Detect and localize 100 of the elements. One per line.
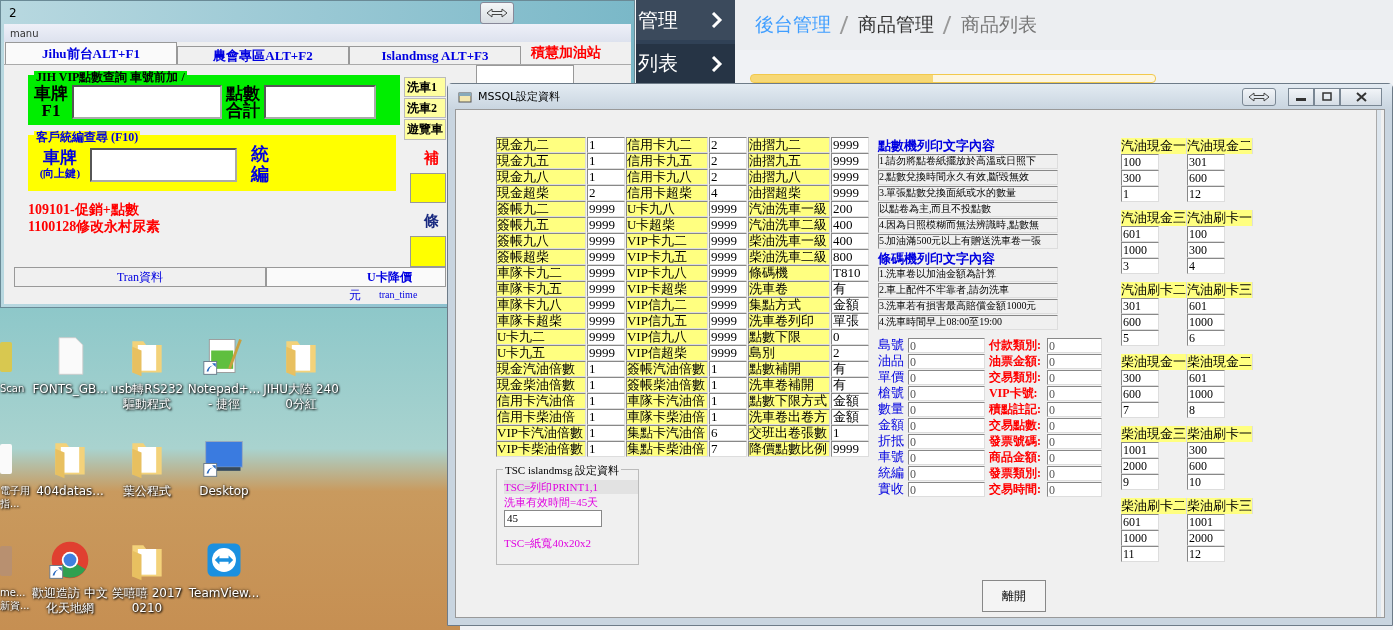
setting-field[interactable]: 9999 (586, 313, 625, 329)
tier-field[interactable]: 1000 (1120, 530, 1159, 546)
setting-field[interactable]: 1 (708, 377, 747, 393)
setting-field[interactable]: 金額 (830, 393, 869, 409)
setting-field[interactable]: 200 (830, 201, 869, 217)
print-text-field[interactable]: 3.洗車若有損害最高賠償金額1000元 (877, 299, 1058, 314)
input-field[interactable]: 0 (907, 401, 985, 417)
setting-field[interactable]: 9999 (708, 233, 747, 249)
setting-field[interactable]: 9999 (708, 297, 747, 313)
input-field[interactable]: 0 (1046, 481, 1102, 497)
setting-field[interactable]: 9999 (586, 249, 625, 265)
tier-field[interactable]: 8 (1186, 402, 1225, 418)
setting-field[interactable]: 有 (830, 281, 869, 297)
setting-field[interactable]: 9999 (708, 329, 747, 345)
setting-field[interactable]: 9999 (586, 201, 625, 217)
setting-field[interactable]: 9999 (708, 281, 747, 297)
setting-field[interactable]: 9999 (708, 217, 747, 233)
print-text-field[interactable]: 2.車上配件不牢靠者,請勿洗車 (877, 283, 1058, 298)
tier-field[interactable]: 600 (1186, 458, 1225, 474)
setting-field[interactable]: 1 (830, 425, 869, 441)
setting-field[interactable]: 2 (708, 137, 747, 153)
tab[interactable]: Tran資料 (14, 267, 266, 287)
print-text-field[interactable]: 1.洗車卷以加油金額為計算 (877, 267, 1058, 282)
setting-field[interactable]: 9999 (830, 153, 869, 169)
setting-field[interactable]: 單張 (830, 313, 869, 329)
tier-field[interactable]: 12 (1186, 186, 1225, 202)
setting-field[interactable]: 400 (830, 217, 869, 233)
input-field[interactable]: 0 (907, 353, 985, 369)
tier-field[interactable]: 10 (1186, 474, 1225, 490)
input-field[interactable]: 0 (1046, 417, 1102, 433)
setting-field[interactable]: 9999 (830, 185, 869, 201)
tab[interactable]: 農會專區ALT+F2 (177, 46, 349, 64)
setting-field[interactable]: 9999 (708, 201, 747, 217)
tab[interactable]: Islandmsg ALT+F3 (349, 46, 521, 64)
tier-field[interactable]: 300 (1186, 242, 1225, 258)
tier-field[interactable]: 601 (1186, 370, 1225, 386)
setting-field[interactable]: 2 (708, 169, 747, 185)
setting-field[interactable]: 9999 (708, 345, 747, 361)
setting-field[interactable]: 金額 (830, 297, 869, 313)
setting-field[interactable]: 1 (708, 361, 747, 377)
tier-field[interactable]: 600 (1186, 170, 1225, 186)
close-button[interactable] (1340, 87, 1382, 106)
input-field[interactable]: 0 (907, 465, 985, 481)
tier-field[interactable]: 1001 (1186, 514, 1225, 530)
input-field[interactable]: 0 (907, 417, 985, 433)
setting-field[interactable]: 1 (708, 393, 747, 409)
setting-field[interactable]: 有 (830, 377, 869, 393)
print-text-field[interactable]: 4.洗車時間早上08:00至19:00 (877, 315, 1058, 330)
tier-field[interactable]: 9 (1120, 474, 1159, 490)
setting-field[interactable]: 4 (708, 185, 747, 201)
input-field[interactable]: 0 (1046, 385, 1102, 401)
input-field[interactable]: 0 (907, 433, 985, 449)
setting-field[interactable]: 1 (708, 409, 747, 425)
sidebar-item[interactable]: 列表 (636, 44, 735, 83)
print-text-field[interactable]: 3.單張點數兌換面紙或水的數量 (877, 186, 1058, 201)
close-button[interactable]: 離開 (981, 580, 1046, 612)
input-field[interactable]: 0 (1046, 465, 1102, 481)
tier-field[interactable]: 5 (1120, 330, 1159, 346)
setting-field[interactable]: 9999 (586, 297, 625, 313)
setting-field[interactable]: 9999 (830, 137, 869, 153)
tier-field[interactable]: 1000 (1120, 242, 1159, 258)
tier-field[interactable]: 601 (1120, 514, 1159, 530)
setting-field[interactable]: 1 (586, 169, 625, 185)
print-text-field[interactable]: 1.請勿將點卷紙擺放於高溫或日照下 (877, 154, 1058, 169)
menu-item[interactable]: manu (10, 27, 39, 39)
tier-field[interactable]: 600 (1120, 314, 1159, 330)
setting-field[interactable]: 9999 (708, 313, 747, 329)
setting-field[interactable]: 9999 (586, 265, 625, 281)
setting-field[interactable]: 2 (708, 153, 747, 169)
input-field[interactable]: 0 (907, 385, 985, 401)
tier-field[interactable]: 6 (1186, 330, 1225, 346)
points-input-field[interactable] (264, 85, 376, 119)
tier-field[interactable]: 1000 (1186, 386, 1225, 402)
maximize-button[interactable] (1314, 87, 1340, 106)
minimize-button[interactable] (1288, 87, 1314, 106)
setting-field[interactable]: 金額 (830, 409, 869, 425)
setting-field[interactable]: 400 (830, 233, 869, 249)
tab[interactable]: Jihu前台ALT+F1 (5, 42, 177, 64)
wash-button[interactable]: 洗車2 (404, 98, 446, 119)
setting-field[interactable]: 1 (586, 441, 625, 457)
tier-field[interactable]: 100 (1120, 154, 1159, 170)
sidebar-item[interactable]: 管理 (636, 0, 735, 40)
print-text-field[interactable]: 4.因為日照模糊而無法辨識時,點數無 (877, 218, 1058, 233)
tier-field[interactable]: 100 (1186, 226, 1225, 242)
setting-field[interactable]: 1 (586, 137, 625, 153)
setting-field[interactable]: 1 (586, 361, 625, 377)
setting-field[interactable]: 9999 (708, 249, 747, 265)
tier-field[interactable]: 2000 (1186, 530, 1225, 546)
swap-button[interactable] (1242, 87, 1276, 106)
setting-field[interactable]: 800 (830, 249, 869, 265)
input-field[interactable]: 0 (907, 481, 985, 497)
tab[interactable]: U卡降價 (266, 267, 446, 287)
input-field[interactable]: 0 (1046, 401, 1102, 417)
input-field[interactable]: 0 (1046, 353, 1102, 369)
tier-field[interactable]: 600 (1120, 386, 1159, 402)
setting-field[interactable]: 1 (586, 425, 625, 441)
input-field[interactable]: 0 (1046, 449, 1102, 465)
tier-field[interactable]: 1 (1120, 186, 1159, 202)
setting-field[interactable]: 9999 (586, 345, 625, 361)
input-field[interactable] (410, 236, 446, 267)
